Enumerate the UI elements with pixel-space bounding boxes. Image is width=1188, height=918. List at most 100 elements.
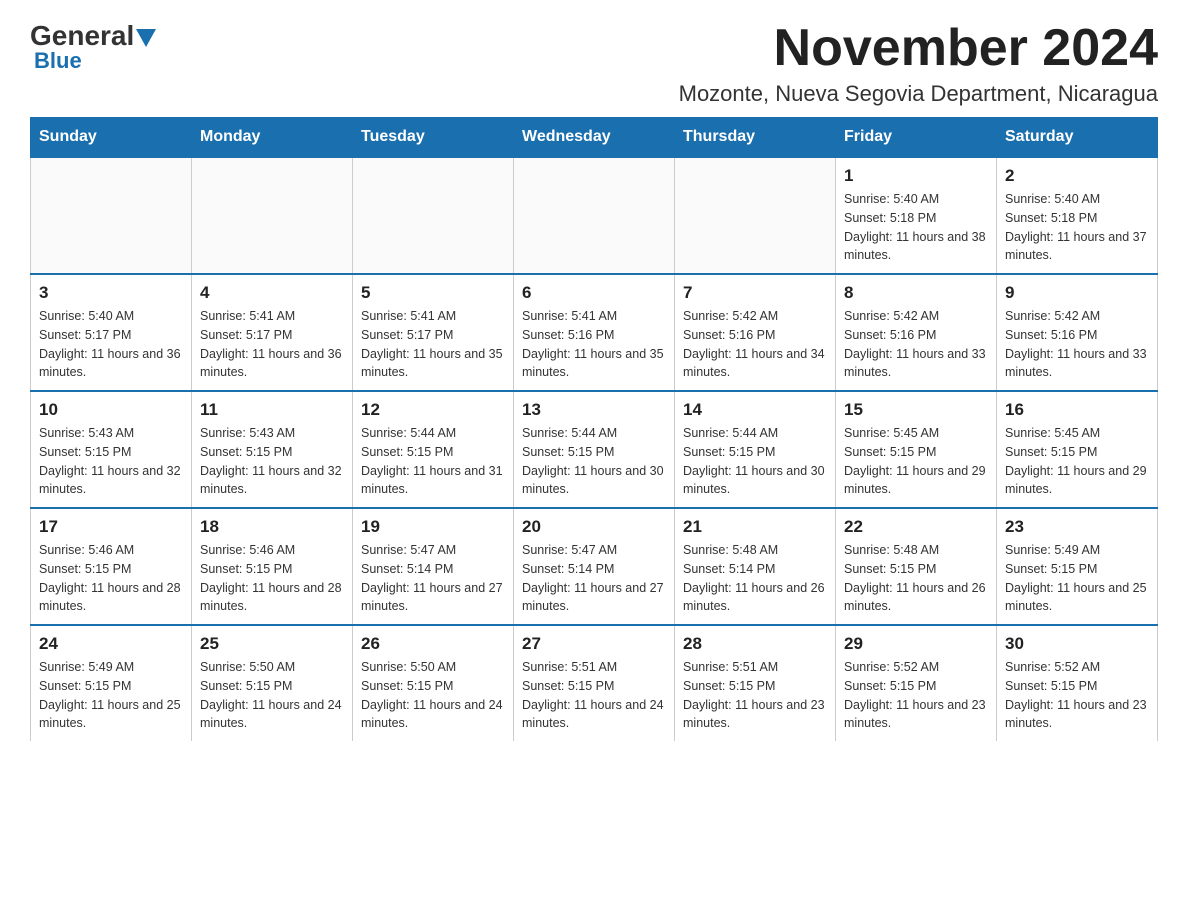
table-row: 24 Sunrise: 5:49 AMSunset: 5:15 PMDayligh… (31, 625, 192, 741)
day-info: Sunrise: 5:41 AMSunset: 5:17 PMDaylight:… (361, 307, 505, 382)
day-info: Sunrise: 5:40 AMSunset: 5:18 PMDaylight:… (844, 190, 988, 265)
table-row (675, 157, 836, 274)
day-number: 24 (39, 634, 183, 654)
day-number: 7 (683, 283, 827, 303)
day-info: Sunrise: 5:50 AMSunset: 5:15 PMDaylight:… (361, 658, 505, 733)
logo: General Blue (30, 20, 156, 74)
day-number: 12 (361, 400, 505, 420)
table-row: 15 Sunrise: 5:45 AMSunset: 5:15 PMDayligh… (836, 391, 997, 508)
day-number: 22 (844, 517, 988, 537)
day-info: Sunrise: 5:44 AMSunset: 5:15 PMDaylight:… (683, 424, 827, 499)
day-info: Sunrise: 5:42 AMSunset: 5:16 PMDaylight:… (683, 307, 827, 382)
table-row (514, 157, 675, 274)
col-saturday: Saturday (997, 118, 1158, 158)
day-number: 18 (200, 517, 344, 537)
day-number: 3 (39, 283, 183, 303)
day-number: 21 (683, 517, 827, 537)
day-info: Sunrise: 5:49 AMSunset: 5:15 PMDaylight:… (1005, 541, 1149, 616)
col-monday: Monday (192, 118, 353, 158)
table-row: 20 Sunrise: 5:47 AMSunset: 5:14 PMDayligh… (514, 508, 675, 625)
day-info: Sunrise: 5:47 AMSunset: 5:14 PMDaylight:… (361, 541, 505, 616)
day-info: Sunrise: 5:43 AMSunset: 5:15 PMDaylight:… (200, 424, 344, 499)
day-info: Sunrise: 5:42 AMSunset: 5:16 PMDaylight:… (1005, 307, 1149, 382)
day-info: Sunrise: 5:46 AMSunset: 5:15 PMDaylight:… (39, 541, 183, 616)
table-row: 27Sunrise: 5:51 AMSunset: 5:15 PMDayligh… (514, 625, 675, 741)
calendar-week-2: 3Sunrise: 5:40 AMSunset: 5:17 PMDaylight… (31, 274, 1158, 391)
col-wednesday: Wednesday (514, 118, 675, 158)
day-number: 16 (1005, 400, 1149, 420)
table-row: 3Sunrise: 5:40 AMSunset: 5:17 PMDaylight… (31, 274, 192, 391)
calendar-table: Sunday Monday Tuesday Wednesday Thursday… (30, 117, 1158, 741)
day-info: Sunrise: 5:44 AMSunset: 5:15 PMDaylight:… (361, 424, 505, 499)
day-number: 14 (683, 400, 827, 420)
day-number: 17 (39, 517, 183, 537)
day-number: 4 (200, 283, 344, 303)
day-number: 11 (200, 400, 344, 420)
day-number: 9 (1005, 283, 1149, 303)
day-info: Sunrise: 5:47 AMSunset: 5:14 PMDaylight:… (522, 541, 666, 616)
day-info: Sunrise: 5:46 AMSunset: 5:15 PMDaylight:… (200, 541, 344, 616)
table-row: 7 Sunrise: 5:42 AMSunset: 5:16 PMDaylight… (675, 274, 836, 391)
logo-arrow-icon (136, 29, 156, 47)
table-row: 6Sunrise: 5:41 AMSunset: 5:16 PMDaylight… (514, 274, 675, 391)
col-friday: Friday (836, 118, 997, 158)
day-number: 15 (844, 400, 988, 420)
table-row: 13Sunrise: 5:44 AMSunset: 5:15 PMDayligh… (514, 391, 675, 508)
day-info: Sunrise: 5:48 AMSunset: 5:15 PMDaylight:… (844, 541, 988, 616)
day-number: 30 (1005, 634, 1149, 654)
day-info: Sunrise: 5:50 AMSunset: 5:15 PMDaylight:… (200, 658, 344, 733)
calendar-week-4: 17 Sunrise: 5:46 AMSunset: 5:15 PMDayligh… (31, 508, 1158, 625)
day-number: 19 (361, 517, 505, 537)
day-number: 20 (522, 517, 666, 537)
table-row: 1 Sunrise: 5:40 AMSunset: 5:18 PMDaylight… (836, 157, 997, 274)
day-number: 28 (683, 634, 827, 654)
table-row: 18 Sunrise: 5:46 AMSunset: 5:15 PMDayligh… (192, 508, 353, 625)
day-info: Sunrise: 5:43 AMSunset: 5:15 PMDaylight:… (39, 424, 183, 499)
day-number: 23 (1005, 517, 1149, 537)
day-info: Sunrise: 5:41 AMSunset: 5:17 PMDaylight:… (200, 307, 344, 382)
table-row: 4 Sunrise: 5:41 AMSunset: 5:17 PMDaylight… (192, 274, 353, 391)
day-info: Sunrise: 5:41 AMSunset: 5:16 PMDaylight:… (522, 307, 666, 382)
day-number: 5 (361, 283, 505, 303)
table-row: 25Sunrise: 5:50 AMSunset: 5:15 PMDayligh… (192, 625, 353, 741)
table-row: 23 Sunrise: 5:49 AMSunset: 5:15 PMDayligh… (997, 508, 1158, 625)
day-info: Sunrise: 5:45 AMSunset: 5:15 PMDaylight:… (1005, 424, 1149, 499)
table-row (192, 157, 353, 274)
calendar-week-3: 10Sunrise: 5:43 AMSunset: 5:15 PMDayligh… (31, 391, 1158, 508)
table-row: 9 Sunrise: 5:42 AMSunset: 5:16 PMDaylight… (997, 274, 1158, 391)
day-number: 2 (1005, 166, 1149, 186)
table-row: 14 Sunrise: 5:44 AMSunset: 5:15 PMDayligh… (675, 391, 836, 508)
day-number: 8 (844, 283, 988, 303)
day-info: Sunrise: 5:42 AMSunset: 5:16 PMDaylight:… (844, 307, 988, 382)
day-info: Sunrise: 5:51 AMSunset: 5:15 PMDaylight:… (683, 658, 827, 733)
day-info: Sunrise: 5:45 AMSunset: 5:15 PMDaylight:… (844, 424, 988, 499)
page-header: General Blue November 2024 Mozonte, Nuev… (30, 20, 1158, 107)
day-info: Sunrise: 5:51 AMSunset: 5:15 PMDaylight:… (522, 658, 666, 733)
day-info: Sunrise: 5:49 AMSunset: 5:15 PMDaylight:… (39, 658, 183, 733)
table-row: 22 Sunrise: 5:48 AMSunset: 5:15 PMDayligh… (836, 508, 997, 625)
table-row: 5 Sunrise: 5:41 AMSunset: 5:17 PMDaylight… (353, 274, 514, 391)
table-row: 19 Sunrise: 5:47 AMSunset: 5:14 PMDayligh… (353, 508, 514, 625)
col-sunday: Sunday (31, 118, 192, 158)
table-row (31, 157, 192, 274)
table-row: 2Sunrise: 5:40 AMSunset: 5:18 PMDaylight… (997, 157, 1158, 274)
table-row: 16 Sunrise: 5:45 AMSunset: 5:15 PMDayligh… (997, 391, 1158, 508)
month-title: November 2024 (679, 20, 1158, 77)
day-info: Sunrise: 5:44 AMSunset: 5:15 PMDaylight:… (522, 424, 666, 499)
table-row: 26Sunrise: 5:50 AMSunset: 5:15 PMDayligh… (353, 625, 514, 741)
logo-blue-text: Blue (34, 48, 82, 74)
location-title: Mozonte, Nueva Segovia Department, Nicar… (679, 81, 1158, 107)
table-row: 30 Sunrise: 5:52 AMSunset: 5:15 PMDayligh… (997, 625, 1158, 741)
title-block: November 2024 Mozonte, Nueva Segovia Dep… (679, 20, 1158, 107)
day-info: Sunrise: 5:52 AMSunset: 5:15 PMDaylight:… (1005, 658, 1149, 733)
calendar-body: 1 Sunrise: 5:40 AMSunset: 5:18 PMDaylight… (31, 157, 1158, 741)
calendar-header-row: Sunday Monday Tuesday Wednesday Thursday… (31, 118, 1158, 158)
table-row: 10Sunrise: 5:43 AMSunset: 5:15 PMDayligh… (31, 391, 192, 508)
table-row: 17 Sunrise: 5:46 AMSunset: 5:15 PMDayligh… (31, 508, 192, 625)
table-row: 12 Sunrise: 5:44 AMSunset: 5:15 PMDayligh… (353, 391, 514, 508)
col-thursday: Thursday (675, 118, 836, 158)
col-tuesday: Tuesday (353, 118, 514, 158)
day-number: 1 (844, 166, 988, 186)
table-row (353, 157, 514, 274)
table-row: 21Sunrise: 5:48 AMSunset: 5:14 PMDayligh… (675, 508, 836, 625)
